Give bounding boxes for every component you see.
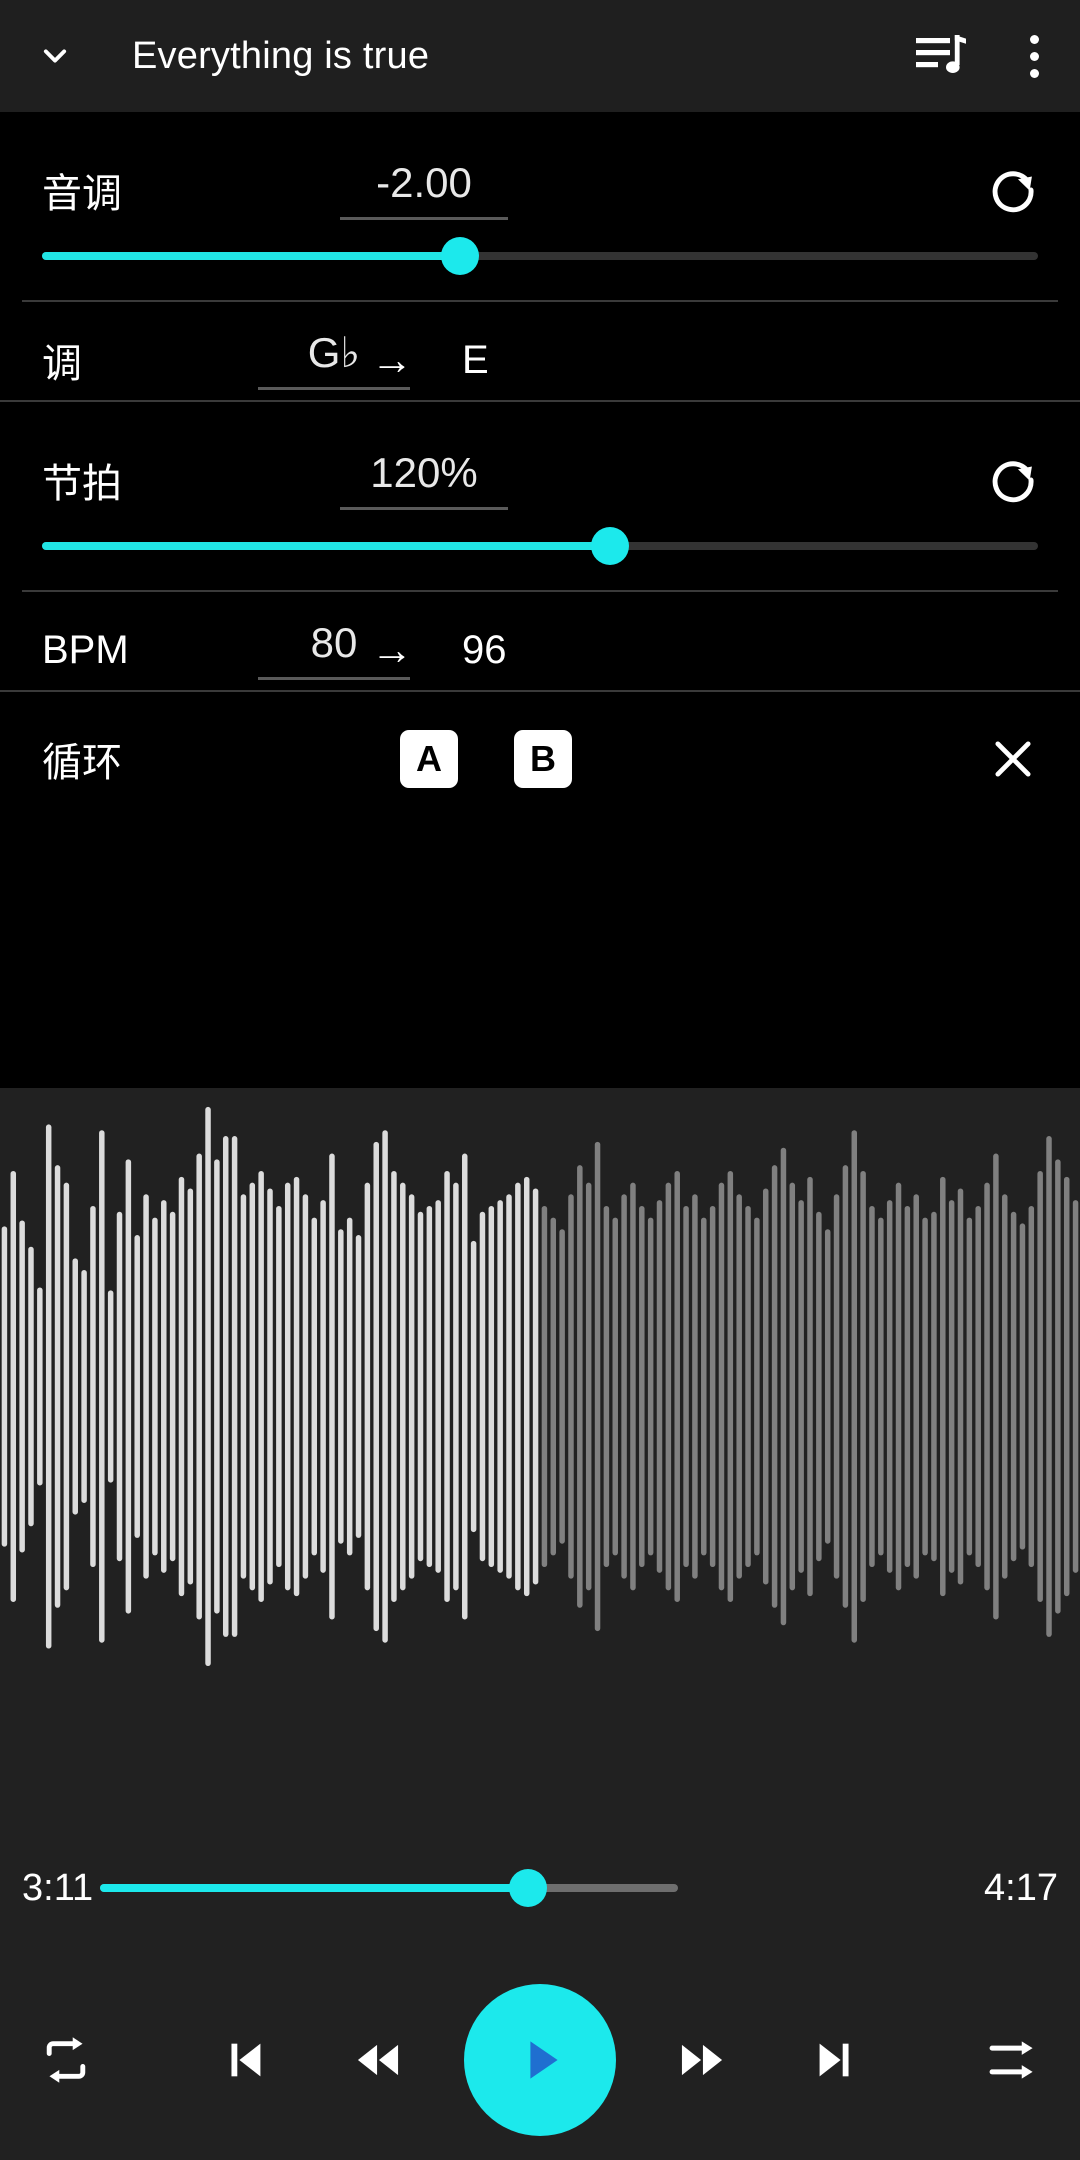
shuffle-button[interactable] (968, 2014, 1060, 2106)
skip-previous-icon (217, 2032, 273, 2088)
divider-4 (0, 690, 1080, 692)
loop-a-button[interactable]: A (400, 730, 458, 788)
loop-label: 循环 (42, 741, 122, 785)
shuffle-icon (983, 2029, 1045, 2091)
bpm-label: BPM (42, 627, 129, 672)
close-icon (987, 733, 1039, 785)
fast-forward-icon (674, 2032, 730, 2088)
controls-panel: 音调 -2.00 调 G♭ → E 节拍 120% BPM 80 → 96 循环… (0, 112, 1080, 1088)
bpm-arrow-icon: → (371, 626, 413, 673)
rewind-button[interactable] (332, 2014, 424, 2106)
loop-close-button[interactable] (978, 724, 1048, 794)
collapse-button[interactable] (0, 0, 110, 112)
divider-1 (22, 300, 1058, 302)
tempo-slider-fill (42, 542, 610, 550)
bpm-from-value: 80 (310, 619, 358, 667)
loop-row: 循环 A B (0, 704, 1080, 814)
seek-fill (100, 1884, 528, 1892)
bpm-to-value: 96 (462, 627, 507, 672)
queue-button[interactable] (896, 0, 988, 112)
transport-bar (0, 1960, 1080, 2160)
pitch-value: -2.00 (376, 159, 472, 207)
tempo-label: 节拍 (42, 462, 122, 506)
pitch-slider-thumb[interactable] (441, 237, 480, 275)
bpm-row: BPM 80 → 96 (0, 598, 1080, 702)
repeat-icon (35, 2029, 97, 2091)
key-from-underline (258, 386, 410, 390)
pitch-slider[interactable] (42, 237, 1038, 275)
tempo-value-underline (340, 506, 508, 510)
playlist-music-icon (914, 30, 970, 82)
refresh-icon (986, 163, 1040, 217)
tempo-slider-thumb[interactable] (590, 527, 629, 565)
loop-b-button[interactable]: B (514, 730, 572, 788)
page-title: Everything is true (132, 34, 430, 77)
key-label: 调 (42, 342, 82, 386)
bpm-from-underline (258, 676, 410, 680)
seek-slider[interactable] (100, 1869, 678, 1907)
tempo-row: 节拍 120% (0, 430, 1080, 530)
loop-ab-buttons: A B (400, 730, 572, 788)
fast-rewind-icon (350, 2032, 406, 2088)
tempo-slider[interactable] (42, 527, 1038, 565)
repeat-button[interactable] (20, 2014, 112, 2106)
total-time: 4:17 (984, 1866, 1058, 1909)
divider-2 (0, 400, 1080, 402)
current-time: 3:11 (22, 1866, 94, 1909)
forward-button[interactable] (656, 2014, 748, 2106)
previous-button[interactable] (199, 2014, 291, 2106)
divider-3 (22, 590, 1058, 592)
tempo-value-field[interactable]: 120% (340, 449, 508, 510)
app-bar: Everything is true (0, 0, 1080, 112)
play-button[interactable] (464, 1984, 616, 2136)
seek-thumb[interactable] (508, 1869, 547, 1907)
pitch-label: 音调 (42, 172, 122, 216)
skip-next-icon (807, 2032, 863, 2088)
key-row: 调 G♭ → E (0, 308, 1080, 412)
chevron-down-icon (33, 34, 77, 78)
tempo-reset-button[interactable] (978, 445, 1048, 515)
overflow-menu-button[interactable] (988, 0, 1080, 112)
tempo-value: 120% (370, 449, 478, 497)
pitch-slider-fill (42, 252, 461, 260)
pitch-value-underline (340, 216, 508, 220)
more-vertical-icon (1029, 34, 1039, 78)
pitch-value-field[interactable]: -2.00 (340, 159, 508, 220)
pitch-reset-button[interactable] (978, 155, 1048, 225)
refresh-icon (986, 453, 1040, 507)
waveform-bars (1, 1106, 1079, 1667)
play-icon (508, 2028, 572, 2092)
waveform-view[interactable] (0, 1088, 1080, 1816)
seek-row: 3:11 4:17 (0, 1816, 1080, 1960)
key-arrow-icon: → (371, 336, 413, 383)
next-button[interactable] (789, 2014, 881, 2106)
key-to-value: E (462, 337, 489, 382)
pitch-row: 音调 -2.00 (0, 140, 1080, 240)
